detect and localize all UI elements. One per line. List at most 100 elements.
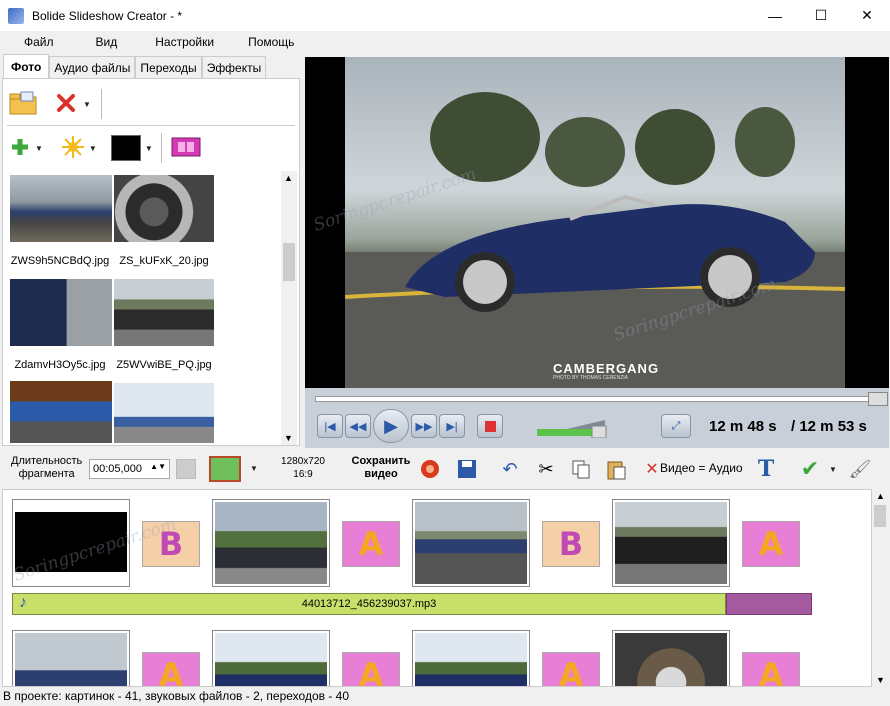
tab-audio[interactable]: Аудио файлы (49, 56, 136, 78)
thumbnail-label: Z5WVwiBE_PQ.jpg (116, 359, 212, 371)
slide-item[interactable] (12, 630, 130, 686)
effect-star-icon[interactable] (61, 135, 85, 162)
prev-button[interactable]: ◀◀ (345, 414, 371, 438)
background-color-swatch[interactable] (110, 135, 141, 161)
next-button[interactable]: ▶▶ (411, 414, 437, 438)
video-equals-audio-label[interactable]: Видео = Аудио (660, 461, 743, 475)
transition-item[interactable]: A (342, 521, 400, 567)
transition-item[interactable]: B (142, 521, 200, 567)
fragment-duration-input[interactable]: 00:05,000 ▲▼ (89, 459, 170, 479)
scroll-down-icon[interactable]: ▼ (876, 675, 885, 685)
text-icon[interactable]: T (754, 456, 778, 482)
chevron-down-icon[interactable]: ▼ (83, 100, 91, 109)
thumbnail-image[interactable] (10, 381, 112, 443)
film-icon[interactable] (170, 135, 202, 162)
chevron-down-icon[interactable]: ▼ (250, 464, 258, 473)
scroll-up-icon[interactable]: ▲ (284, 173, 293, 183)
thumbnail-image[interactable] (114, 175, 214, 242)
slide-item[interactable] (12, 499, 130, 587)
close-button[interactable]: ✕ (844, 0, 890, 31)
fragment-duration-label: Длительность фрагмента (11, 455, 83, 480)
thumbnail-grid: ZWS9h5NCBdQ.jpg ZS_kUFxK_20.jpg ZdamvH3O… (5, 175, 283, 443)
tab-effects[interactable]: Эффекты (201, 56, 267, 78)
total-time: / 12 m 53 s (791, 418, 867, 435)
thumbnail-image[interactable] (114, 279, 214, 346)
thumbnail-image[interactable] (114, 383, 214, 443)
cut-icon[interactable]: ✂ (534, 457, 558, 481)
go-end-button[interactable]: ▶| (439, 414, 465, 438)
minimize-button[interactable]: — (752, 0, 798, 31)
menu-view[interactable]: Вид (83, 35, 131, 49)
menu-help[interactable]: Помощь (235, 35, 307, 49)
check-icon[interactable]: ✔ (798, 456, 822, 481)
thumbnail-label: ZdamvH3Oy5c.jpg (14, 359, 106, 371)
scroll-down-icon[interactable]: ▼ (284, 433, 293, 443)
slide-item[interactable] (612, 630, 730, 686)
menu-file[interactable]: Файл (11, 35, 67, 49)
transition-item[interactable]: A (742, 652, 800, 686)
add-icon[interactable] (9, 136, 31, 161)
thumbnail-image[interactable] (10, 279, 112, 346)
menu-settings[interactable]: Настройки (142, 35, 227, 49)
timeline-scrollbar[interactable]: ▲ ▼ (872, 489, 889, 687)
slide-item[interactable] (212, 630, 330, 686)
current-time: 12 m 48 s (709, 418, 777, 435)
transition-item[interactable]: A (142, 652, 200, 686)
thumbnail-image[interactable] (10, 175, 112, 242)
resolution-label[interactable]: 1280x720 16:9 (275, 455, 331, 481)
title-bar: Bolide Slideshow Creator - * — ☐ ✕ (0, 0, 890, 31)
audio-file-name: 44013712_456239037.mp3 (301, 598, 437, 610)
seek-handle[interactable] (868, 392, 888, 406)
tab-transitions[interactable]: Переходы (135, 56, 202, 78)
play-button[interactable]: ▶ (373, 409, 409, 443)
seek-bar[interactable] (315, 392, 888, 406)
go-start-button[interactable]: |◀ (317, 414, 343, 438)
delete-icon[interactable] (55, 92, 77, 117)
undo-icon[interactable]: ↶ (498, 457, 522, 481)
slide-item[interactable] (212, 499, 330, 587)
audio-track-end[interactable] (726, 593, 812, 615)
fullscreen-button[interactable]: ⤢ (661, 414, 691, 438)
thumbnail-scrollbar[interactable]: ▲ ▼ (281, 171, 297, 445)
maximize-button[interactable]: ☐ (798, 0, 844, 31)
media-panel: Фото Аудио файлы Переходы Эффекты ▼ ▼ ▼ … (0, 54, 302, 446)
transition-item[interactable]: A (542, 652, 600, 686)
preview-area: CAMBERGANG PHOTO BY THOMAS CERENZIA (305, 57, 889, 388)
spin-icon[interactable]: ▲▼ (150, 462, 166, 471)
open-folder-icon[interactable] (9, 91, 37, 118)
preview-brand: CAMBERGANG (553, 361, 660, 376)
audio-track[interactable]: ♪ 44013712_456239037.mp3 (12, 593, 726, 615)
scroll-up-icon[interactable]: ▲ (876, 491, 885, 501)
save-icon[interactable] (455, 457, 479, 481)
menu-bar: Файл Вид Настройки Помощь (0, 31, 890, 53)
chevron-down-icon[interactable]: ▼ (35, 144, 43, 153)
app-icon (8, 7, 24, 24)
transition-item[interactable]: A (742, 521, 800, 567)
brush-icon[interactable]: 🖌 (848, 457, 872, 481)
preview-brand-sub: PHOTO BY THOMAS CERENZIA (553, 375, 629, 381)
transition-item[interactable]: A (342, 652, 400, 686)
copy-icon[interactable] (569, 457, 593, 481)
slide-item[interactable] (612, 499, 730, 587)
chevron-down-icon[interactable]: ▼ (829, 465, 837, 474)
player-controls: |◀ ◀◀ ▶ ▶▶ ▶| ⤢ 12 m 48 s / 12 m 53 s (305, 388, 889, 448)
project-toolbar: Длительность фрагмента 00:05,000 ▲▼ ▼ 128… (0, 449, 890, 489)
preview-image: CAMBERGANG PHOTO BY THOMAS CERENZIA (345, 57, 845, 388)
thumbnail-label: ZS_kUFxK_20.jpg (119, 255, 209, 267)
slide-item[interactable] (412, 630, 530, 686)
record-icon[interactable] (418, 457, 442, 481)
thumbnail-preview-icon[interactable] (209, 456, 241, 482)
transition-item[interactable]: B (542, 521, 600, 567)
stop-button[interactable] (477, 414, 503, 438)
window-title: Bolide Slideshow Creator - * (32, 8, 183, 23)
paste-icon[interactable] (604, 457, 628, 481)
color-swatch[interactable] (176, 459, 196, 479)
timeline: B A B A ♪ 44013712_456239037.mp3 A A A A (2, 489, 872, 687)
chevron-down-icon[interactable]: ▼ (145, 144, 153, 153)
save-video-button[interactable]: Сохранить видео (345, 455, 417, 481)
thumbnail-label: ZWS9h5NCBdQ.jpg (10, 255, 110, 267)
chevron-down-icon[interactable]: ▼ (89, 144, 97, 153)
tab-photo[interactable]: Фото (3, 54, 50, 78)
slide-item[interactable] (412, 499, 530, 587)
volume-slider[interactable] (537, 416, 607, 439)
